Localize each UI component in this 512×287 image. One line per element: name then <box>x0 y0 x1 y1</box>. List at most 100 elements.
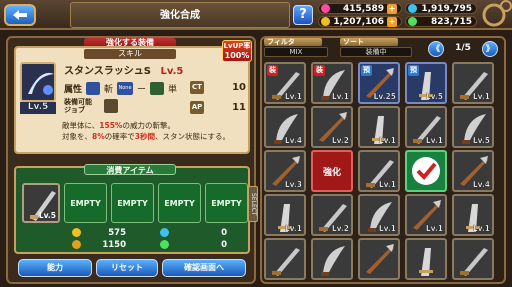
item-level: Lv.3 <box>284 180 302 189</box>
weapon-icon <box>419 248 433 276</box>
item-level: Lv.1 <box>284 92 302 101</box>
reset-button[interactable]: リセット <box>96 259 158 277</box>
inventory-item[interactable] <box>264 238 306 280</box>
filter-dropdown[interactable]: MIX <box>264 47 328 57</box>
inventory-item[interactable]: Lv.4 <box>452 150 494 192</box>
item-level: Lv.25 <box>373 92 397 101</box>
page-title: 強化合成 <box>70 2 290 28</box>
weapon-image[interactable] <box>20 62 56 102</box>
item-level: Lv.5 <box>472 136 490 145</box>
blue-gem-icon <box>160 228 169 237</box>
inventory-item[interactable]: Lv.1 <box>264 194 306 236</box>
attr-element: 斬 <box>104 84 114 95</box>
gems-b-counter: 823,715 <box>405 16 477 27</box>
next-page-button[interactable]: 》 <box>482 41 498 57</box>
inventory-item[interactable]: 強化 <box>311 150 353 192</box>
inventory-item[interactable] <box>405 150 447 192</box>
empty-slot-2[interactable]: EMPTY <box>111 183 154 223</box>
consume-items-panel: 消費アイテム Lv.5 EMPTY EMPTY EMPTY EMPTY 575 … <box>14 164 250 254</box>
weapon-icon <box>272 248 300 276</box>
empty-slot-1[interactable]: EMPTY <box>64 183 107 223</box>
weapon-level: Lv.5 <box>20 102 56 114</box>
inventory-item[interactable]: Lv.1 <box>358 106 400 148</box>
consume-item-slot[interactable]: Lv.5 <box>22 183 60 223</box>
item-level: Lv.1 <box>425 136 443 145</box>
gold-icon <box>72 240 81 249</box>
select-side-tab[interactable]: SELECT <box>248 186 258 222</box>
weapon-icon <box>321 246 345 276</box>
page-indicator: 1/5 <box>455 43 471 53</box>
coins-counter: 1,207,106 + <box>318 16 402 27</box>
weapon-icon <box>366 244 394 274</box>
job-label: 装備可能 ジョブ <box>64 98 92 114</box>
checkmark-icon <box>412 157 440 185</box>
coin-icon <box>72 228 81 237</box>
inventory-item[interactable]: Lv.1 <box>452 62 494 104</box>
inventory-item[interactable]: Lv.1 <box>405 106 447 148</box>
sort-label: ソート <box>340 38 398 46</box>
stat-ct: CT 10 <box>190 80 246 94</box>
inventory-item[interactable]: Lv.2 <box>311 106 353 148</box>
equip-status-badge: 装 <box>267 65 278 76</box>
inventory-item[interactable] <box>452 238 494 280</box>
heart-icon <box>321 4 330 13</box>
prev-page-button[interactable]: 《 <box>428 41 444 57</box>
ability-button[interactable]: 能力 <box>18 259 92 277</box>
inventory-item[interactable]: Lv.5 <box>452 106 494 148</box>
inventory-item[interactable]: 預 Lv.5 <box>405 62 447 104</box>
empty-slot-3[interactable]: EMPTY <box>158 183 201 223</box>
inventory-item[interactable]: Lv.4 <box>264 106 306 148</box>
inventory-item[interactable]: Lv.1 <box>358 194 400 236</box>
add-coins-button[interactable]: + <box>387 16 397 27</box>
blue-gem-icon <box>408 4 417 13</box>
gems-a-counter: 1,919,795 <box>405 3 477 14</box>
add-hearts-button[interactable]: + <box>387 3 397 14</box>
weapon-icon <box>460 248 488 276</box>
skill-description: 敵単体に、155%の威力の斬撃。 対象を、8%の確率で3秒間、スタン状態にする。 <box>62 121 231 141</box>
inventory-item[interactable]: 装 Lv.1 <box>264 62 306 104</box>
green-gem-icon <box>408 17 417 26</box>
inventory-item[interactable] <box>405 238 447 280</box>
attr-single: 単 <box>168 84 178 95</box>
inventory-item[interactable]: Lv.1 <box>452 194 494 236</box>
cost-gold-row: 1150 0 <box>72 239 227 250</box>
empty-slot-4[interactable]: EMPTY <box>205 183 248 223</box>
confirm-button[interactable]: 確認画面へ <box>162 259 246 277</box>
green-gem-icon <box>160 240 169 249</box>
inventory-item[interactable]: Lv.3 <box>264 150 306 192</box>
item-level: Lv.1 <box>378 136 396 145</box>
equip-status-badge: 預 <box>361 65 372 76</box>
item-level: Lv.2 <box>331 224 349 233</box>
inventory-item[interactable]: 預 Lv.25 <box>358 62 400 104</box>
sort-dropdown[interactable]: 装備中 <box>340 47 412 57</box>
item-level: Lv.2 <box>331 136 349 145</box>
item-level: Lv.5 <box>160 66 184 77</box>
inventory-item[interactable]: Lv.1 <box>358 150 400 192</box>
attr-dash: ー <box>137 84 147 95</box>
item-level: Lv.1 <box>425 224 443 233</box>
corner-ornament-icon <box>482 0 512 27</box>
swirl-slash-icon <box>28 72 54 95</box>
item-level: Lv.1 <box>331 92 349 101</box>
equip-sub-label: スキル <box>84 49 176 59</box>
coin-icon <box>321 17 330 26</box>
item-level: Lv.4 <box>284 136 302 145</box>
item-level: Lv.1 <box>284 224 302 233</box>
item-level: Lv.1 <box>378 224 396 233</box>
consume-section-label: 消費アイテム <box>84 164 176 175</box>
item-level: Lv.4 <box>472 180 490 189</box>
inventory-item[interactable] <box>311 238 353 280</box>
inventory-item[interactable]: Lv.2 <box>311 194 353 236</box>
enhance-material-icon: 強化 <box>322 167 341 178</box>
lvup-rate-badge: LvUP率 100% <box>222 40 252 62</box>
inventory-item[interactable]: 装 Lv.1 <box>311 62 353 104</box>
back-arrow-icon <box>13 10 27 20</box>
help-button[interactable]: ? <box>293 5 313 25</box>
single-target-icon <box>150 81 165 95</box>
equip-status-badge: 預 <box>408 65 419 76</box>
none-attr-badge: None <box>117 81 134 95</box>
inventory-item[interactable] <box>358 238 400 280</box>
back-button[interactable] <box>4 4 36 26</box>
inventory-item[interactable]: Lv.1 <box>405 194 447 236</box>
item-level: Lv.5 <box>425 92 443 101</box>
